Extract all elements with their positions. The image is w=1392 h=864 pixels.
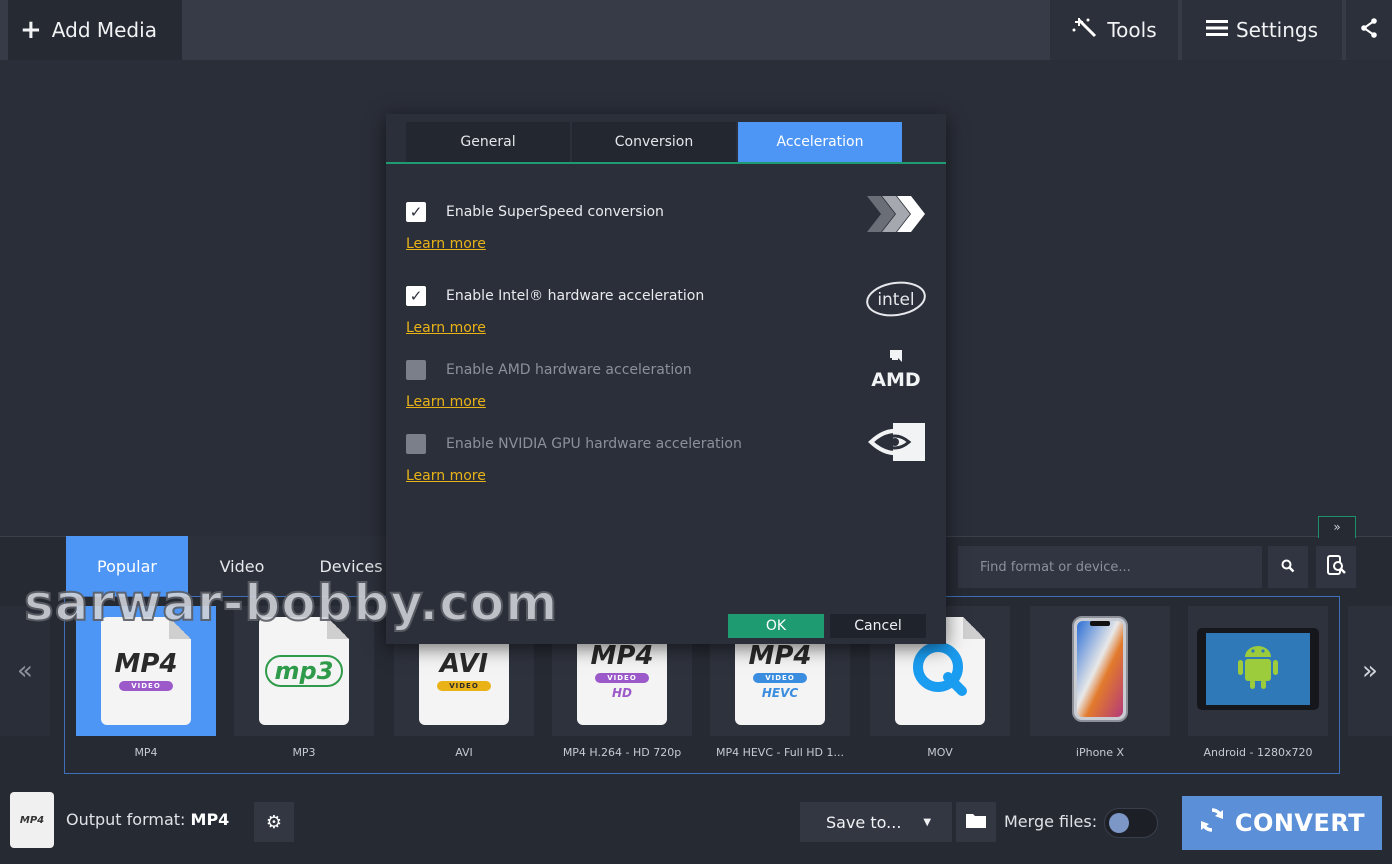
learn-more-nvidia-link[interactable]: Learn more bbox=[406, 468, 486, 484]
tools-label: Tools bbox=[1107, 18, 1157, 42]
file-icon-text: MP4 bbox=[590, 640, 654, 671]
tab-conversion[interactable]: Conversion bbox=[572, 122, 736, 162]
svg-text:intel: intel bbox=[877, 290, 914, 310]
amd-logo: AMD bbox=[864, 348, 928, 392]
file-icon-sub: HEVC bbox=[761, 685, 799, 700]
svg-text:AMD: AMD bbox=[871, 369, 920, 391]
amd-checkbox[interactable] bbox=[406, 360, 426, 380]
plus-icon: + bbox=[20, 15, 42, 45]
output-format-value: MP4 bbox=[190, 810, 230, 829]
menu-icon bbox=[1205, 18, 1228, 42]
convert-label: CONVERT bbox=[1234, 809, 1366, 837]
nvidia-option[interactable]: Enable NVIDIA GPU hardware acceleration bbox=[406, 434, 742, 454]
tools-button[interactable]: Tools bbox=[1050, 0, 1178, 60]
output-format-label: Output format: MP4 bbox=[66, 810, 229, 829]
mp3-file-icon: mp3 bbox=[259, 617, 349, 725]
iphone-icon bbox=[1071, 615, 1129, 727]
format-card-label: Android - 1280x720 bbox=[1203, 746, 1313, 759]
superspeed-label: Enable SuperSpeed conversion bbox=[446, 204, 664, 220]
amd-label: Enable AMD hardware acceleration bbox=[446, 362, 692, 378]
format-card-label: AVI bbox=[455, 746, 473, 759]
ok-button[interactable]: OK bbox=[728, 614, 824, 638]
toggle-knob bbox=[1109, 813, 1129, 833]
nvidia-checkbox[interactable] bbox=[406, 434, 426, 454]
scroll-right-button[interactable]: » bbox=[1348, 606, 1392, 736]
tab-underline bbox=[386, 162, 946, 164]
format-card-android-1280x720[interactable]: Android - 1280x720 bbox=[1188, 606, 1328, 766]
file-icon-text: AVI bbox=[439, 649, 489, 679]
file-icon-pill: VIDEO bbox=[119, 681, 173, 691]
format-tile bbox=[1188, 606, 1328, 736]
settings-label: Settings bbox=[1235, 18, 1319, 42]
mp4-file-icon: MP4 VIDEO bbox=[101, 617, 191, 725]
tab-general[interactable]: General bbox=[406, 122, 570, 162]
format-search-input[interactable]: Find format or device... bbox=[958, 546, 1262, 588]
superspeed-icon bbox=[864, 192, 928, 236]
file-icon-sub: HD bbox=[611, 685, 632, 700]
double-chevron-right-icon: » bbox=[1362, 656, 1378, 686]
double-chevron-down-icon: » bbox=[1333, 520, 1341, 534]
convert-button[interactable]: CONVERT bbox=[1182, 796, 1382, 850]
double-chevron-left-icon: « bbox=[17, 656, 33, 686]
intel-logo: intel bbox=[864, 276, 928, 320]
magic-wand-icon bbox=[1071, 16, 1099, 45]
collapse-panel-button[interactable]: » bbox=[1318, 516, 1356, 538]
format-card-label: MP4 HEVC - Full HD 1... bbox=[715, 746, 845, 759]
tab-acceleration[interactable]: Acceleration bbox=[738, 122, 902, 162]
folder-icon bbox=[966, 812, 986, 832]
search-icon bbox=[1281, 558, 1295, 577]
nvidia-label: Enable NVIDIA GPU hardware acceleration bbox=[446, 436, 742, 452]
add-media-button[interactable]: + Add Media bbox=[8, 0, 182, 60]
top-toolbar: + Add Media Tools Settings bbox=[0, 0, 1392, 60]
format-card-label: MP4 H.264 - HD 720p bbox=[562, 746, 682, 759]
open-folder-button[interactable] bbox=[956, 802, 996, 842]
file-icon-pill: VIDEO bbox=[595, 672, 649, 683]
amd-option[interactable]: Enable AMD hardware acceleration bbox=[406, 360, 692, 380]
save-to-label: Save to... bbox=[826, 812, 902, 832]
settings-button[interactable]: Settings bbox=[1182, 0, 1342, 60]
dialog-tabs: General Conversion Acceleration bbox=[406, 122, 902, 162]
android-tablet-icon bbox=[1196, 627, 1320, 715]
file-icon-text: mp3 bbox=[264, 655, 344, 687]
search-button[interactable] bbox=[1268, 546, 1308, 588]
refresh-icon bbox=[1199, 807, 1225, 839]
watermark-text: sarwar-bobby.com bbox=[23, 573, 559, 633]
format-tile bbox=[1030, 606, 1170, 736]
learn-more-superspeed-link[interactable]: Learn more bbox=[406, 236, 486, 252]
file-icon-text: MP4 bbox=[114, 649, 178, 679]
learn-more-amd-link[interactable]: Learn more bbox=[406, 394, 486, 410]
format-card-label: MP3 bbox=[292, 746, 316, 759]
intel-option[interactable]: ✓ Enable Intel® hardware acceleration bbox=[406, 286, 704, 306]
file-icon-pill: VIDEO bbox=[437, 681, 491, 691]
learn-more-intel-link[interactable]: Learn more bbox=[406, 320, 486, 336]
format-card-label: MOV bbox=[927, 746, 953, 759]
merge-files-toggle[interactable] bbox=[1104, 808, 1158, 838]
share-icon bbox=[1360, 17, 1378, 43]
format-card-label: MP4 bbox=[134, 746, 158, 759]
device-search-icon bbox=[1325, 554, 1347, 580]
file-icon-text: MP4 bbox=[748, 640, 812, 671]
merge-files-label: Merge files: bbox=[1004, 812, 1098, 831]
detect-device-button[interactable] bbox=[1316, 546, 1356, 588]
share-button[interactable] bbox=[1346, 0, 1392, 60]
file-icon-pill: VIDEO bbox=[753, 672, 807, 683]
output-settings-button[interactable]: ⚙ bbox=[254, 802, 294, 842]
add-media-label: Add Media bbox=[51, 18, 157, 42]
intel-label: Enable Intel® hardware acceleration bbox=[446, 288, 705, 304]
superspeed-option[interactable]: ✓ Enable SuperSpeed conversion bbox=[406, 202, 664, 222]
nvidia-logo bbox=[864, 420, 928, 464]
cancel-button[interactable]: Cancel bbox=[830, 614, 926, 638]
quicktime-icon bbox=[910, 639, 970, 703]
output-format-icon: MP4 bbox=[10, 792, 54, 848]
settings-dialog: General Conversion Acceleration ✓ Enable… bbox=[386, 114, 946, 644]
caret-down-icon: ▼ bbox=[923, 816, 932, 828]
intel-checkbox[interactable]: ✓ bbox=[406, 286, 426, 306]
superspeed-checkbox[interactable]: ✓ bbox=[406, 202, 426, 222]
gear-icon: ⚙ bbox=[265, 811, 283, 833]
save-to-dropdown[interactable]: Save to... ▼ bbox=[800, 802, 952, 842]
format-card-iphone-x[interactable]: iPhone X bbox=[1030, 606, 1170, 766]
format-card-label: iPhone X bbox=[1075, 746, 1125, 759]
output-format-prefix: Output format: bbox=[66, 810, 186, 829]
